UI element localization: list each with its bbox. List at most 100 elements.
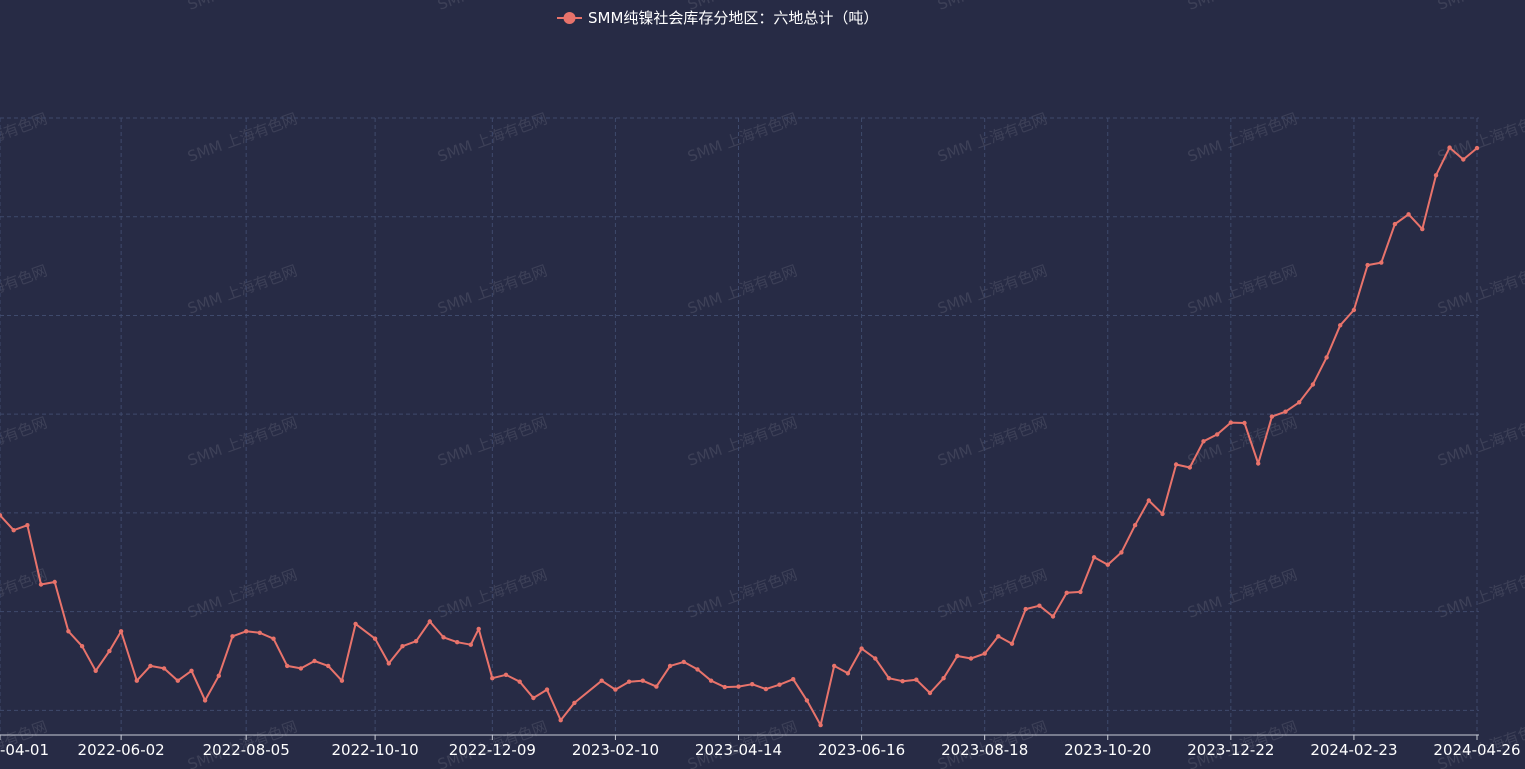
data-point[interactable] (1433, 173, 1439, 178)
data-point[interactable] (1215, 432, 1220, 437)
data-point[interactable] (859, 646, 864, 651)
data-point[interactable] (941, 676, 946, 681)
data-point[interactable] (503, 672, 509, 677)
data-point[interactable] (1078, 589, 1083, 595)
data-point[interactable] (1105, 562, 1111, 567)
data-point[interactable] (544, 687, 550, 692)
data-point[interactable] (927, 690, 933, 696)
data-point[interactable] (750, 682, 755, 687)
data-point[interactable] (558, 718, 563, 723)
data-point[interactable] (1461, 157, 1466, 162)
data-point[interactable] (1324, 355, 1329, 360)
data-point[interactable] (695, 667, 700, 672)
data-point[interactable] (1310, 382, 1316, 387)
data-point[interactable] (996, 634, 1001, 639)
data-point[interactable] (257, 630, 262, 635)
data-point[interactable] (230, 634, 235, 639)
data-point[interactable] (613, 687, 618, 692)
data-point[interactable] (818, 722, 823, 728)
data-point[interactable] (386, 661, 391, 666)
data-point[interactable] (1023, 606, 1028, 612)
data-point[interactable] (531, 695, 536, 701)
data-point[interactable] (900, 679, 905, 684)
data-point[interactable] (1119, 550, 1124, 555)
data-point[interactable] (681, 659, 686, 665)
data-point[interactable] (982, 651, 987, 656)
data-point[interactable] (1406, 212, 1411, 217)
data-point[interactable] (845, 671, 851, 676)
data-point[interactable] (468, 642, 473, 647)
data-point[interactable] (1201, 439, 1206, 444)
data-point[interactable] (1351, 307, 1357, 313)
data-point[interactable] (1283, 409, 1288, 414)
data-point[interactable] (400, 644, 405, 649)
data-point[interactable] (189, 668, 194, 673)
data-point[interactable] (38, 582, 44, 587)
data-point[interactable] (1091, 555, 1097, 560)
data-point[interactable] (1064, 590, 1069, 595)
data-point[interactable] (1269, 414, 1275, 419)
data-point[interactable] (148, 663, 153, 669)
data-point[interactable] (326, 663, 331, 669)
data-point[interactable] (886, 676, 892, 681)
data-point[interactable] (134, 678, 139, 683)
data-point[interactable] (955, 653, 960, 659)
data-point[interactable] (1256, 461, 1261, 466)
data-point[interactable] (490, 676, 495, 681)
data-point[interactable] (372, 636, 378, 641)
data-point[interactable] (1242, 420, 1247, 426)
data-point[interactable] (11, 528, 16, 533)
data-point[interactable] (244, 629, 249, 634)
data-point[interactable] (1146, 498, 1152, 503)
data-point[interactable] (427, 619, 432, 624)
data-point[interactable] (312, 658, 317, 664)
data-point[interactable] (1009, 641, 1015, 646)
data-point[interactable] (722, 684, 727, 690)
data-point[interactable] (968, 656, 974, 661)
data-point[interactable] (202, 698, 208, 703)
data-point[interactable] (517, 679, 522, 684)
data-point[interactable] (353, 621, 358, 627)
data-point[interactable] (107, 648, 112, 654)
data-point[interactable] (441, 635, 446, 640)
data-point[interactable] (626, 679, 632, 684)
data-point[interactable] (640, 678, 645, 683)
data-point[interactable] (285, 663, 290, 669)
data-point[interactable] (1420, 226, 1425, 232)
data-point[interactable] (1297, 400, 1302, 405)
data-point[interactable] (79, 644, 85, 649)
data-point[interactable] (1173, 462, 1179, 467)
data-point[interactable] (914, 677, 919, 682)
data-point[interactable] (654, 684, 659, 689)
data-point[interactable] (763, 686, 769, 692)
data-point[interactable] (476, 626, 481, 632)
data-point[interactable] (1050, 614, 1056, 619)
data-point[interactable] (216, 673, 221, 678)
data-point[interactable] (599, 678, 604, 683)
data-point[interactable] (804, 698, 810, 703)
data-point[interactable] (1338, 323, 1343, 328)
data-point[interactable] (667, 663, 673, 669)
data-point[interactable] (175, 678, 180, 683)
data-point[interactable] (1160, 511, 1165, 517)
data-point[interactable] (455, 640, 460, 645)
data-point[interactable] (791, 677, 796, 682)
data-point[interactable] (413, 639, 419, 644)
data-point[interactable] (1037, 603, 1042, 608)
data-point[interactable] (93, 668, 98, 673)
data-point[interactable] (832, 663, 837, 669)
data-point[interactable] (1228, 420, 1234, 425)
data-point[interactable] (572, 700, 577, 706)
data-point[interactable] (1365, 262, 1370, 268)
data-point[interactable] (298, 666, 304, 671)
data-point[interactable] (1392, 221, 1398, 227)
data-point[interactable] (708, 678, 714, 683)
data-point[interactable] (118, 629, 124, 634)
data-point[interactable] (52, 579, 57, 585)
data-point[interactable] (25, 523, 30, 528)
data-point[interactable] (1474, 145, 1480, 151)
legend[interactable]: SMM纯镍社会库存分地区：六地总计（吨） (557, 9, 878, 27)
data-point[interactable] (161, 666, 167, 671)
data-point[interactable] (339, 678, 345, 683)
data-point[interactable] (873, 656, 878, 661)
